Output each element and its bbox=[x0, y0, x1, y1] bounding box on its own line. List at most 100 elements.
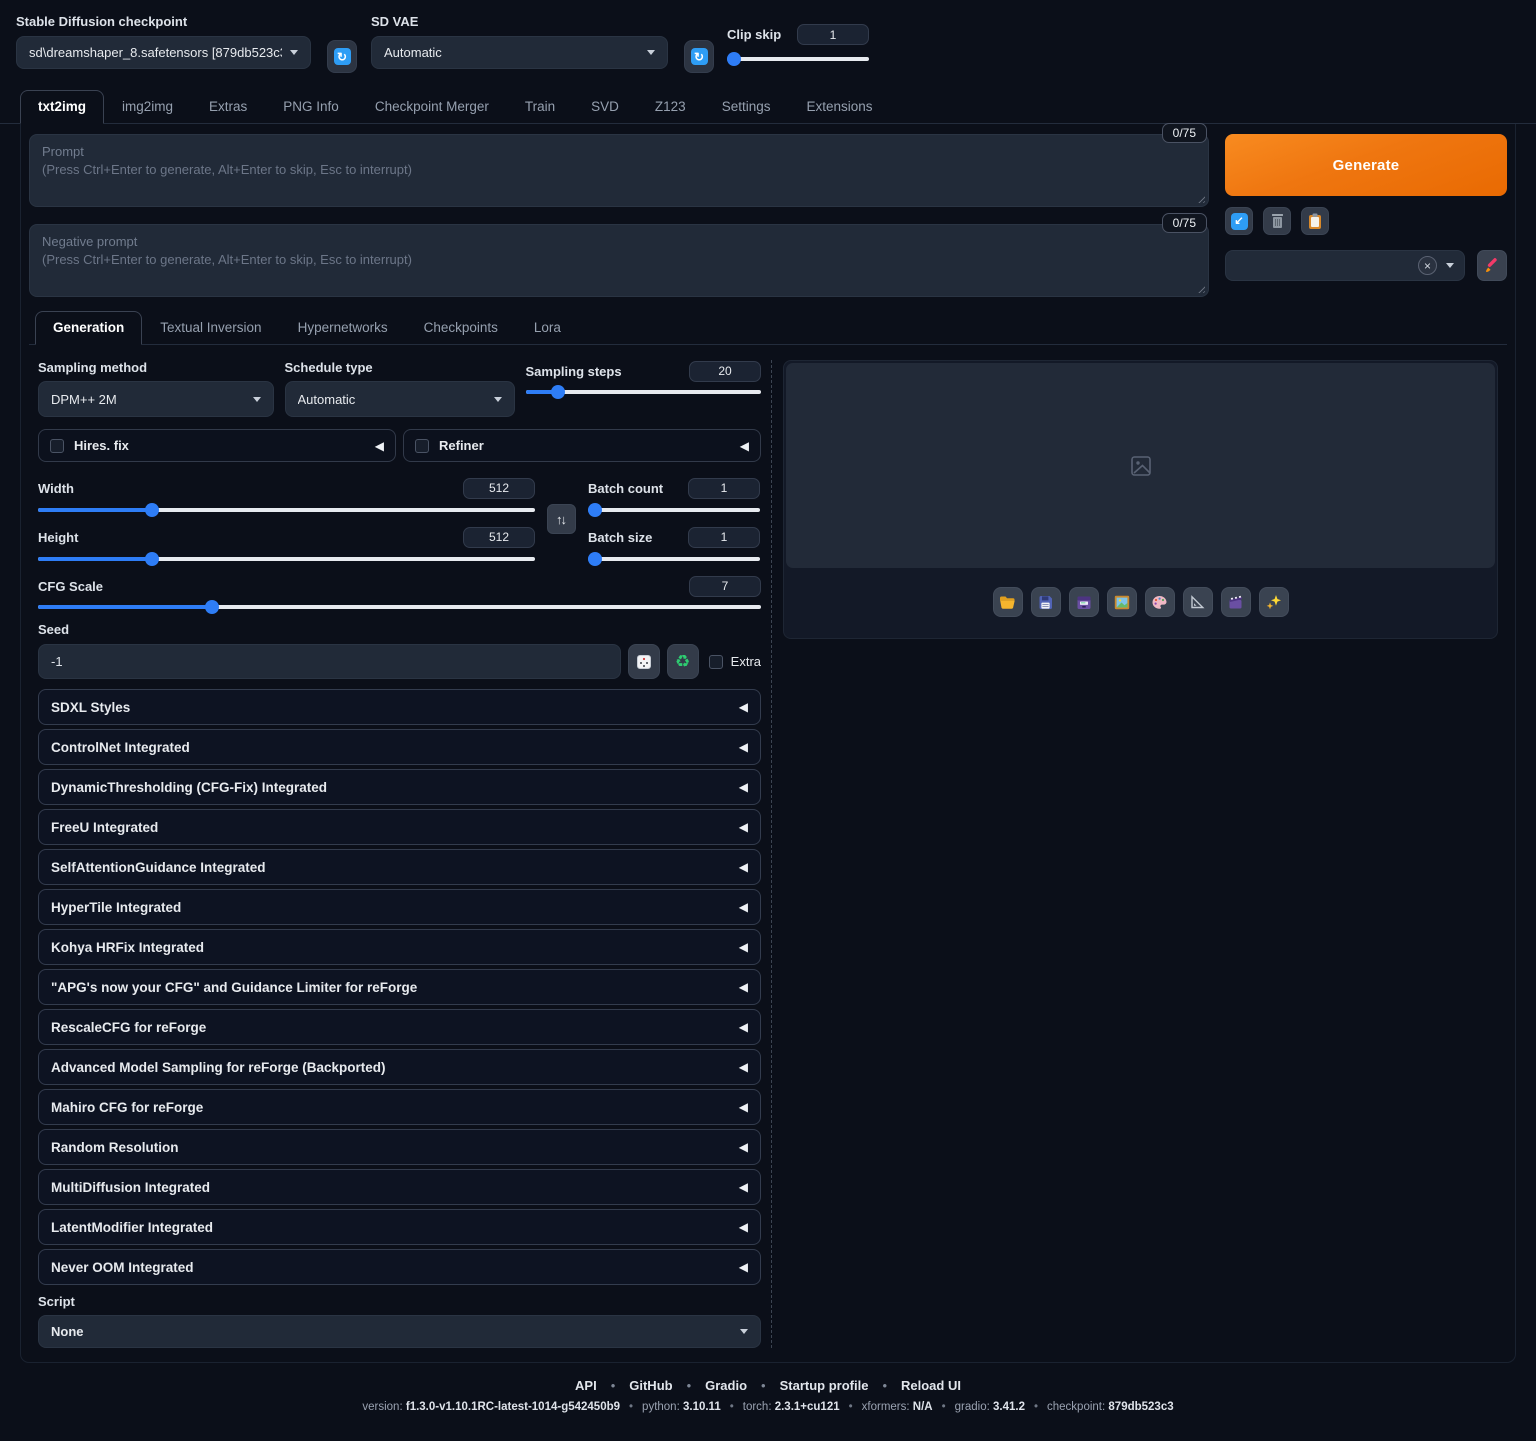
accordion-header[interactable]: Advanced Model Sampling for reForge (Bac… bbox=[38, 1049, 761, 1085]
footer-link[interactable]: API bbox=[575, 1378, 597, 1393]
send-to-svd-button[interactable] bbox=[1221, 587, 1251, 617]
slider-thumb[interactable] bbox=[588, 503, 602, 517]
batch-size-value[interactable]: 1 bbox=[688, 527, 760, 548]
save-zip-button[interactable] bbox=[1069, 587, 1099, 617]
accordion-header[interactable]: ControlNet Integrated bbox=[38, 729, 761, 765]
sub-tab[interactable]: Generation bbox=[35, 311, 142, 345]
accordion-header[interactable]: FreeU Integrated bbox=[38, 809, 761, 845]
slider-thumb[interactable] bbox=[145, 503, 159, 517]
result-preview[interactable] bbox=[786, 363, 1495, 568]
sampling-steps-value[interactable]: 20 bbox=[689, 361, 761, 382]
main-tab[interactable]: img2img bbox=[104, 90, 191, 124]
accordion-header[interactable]: "APG's now your CFG" and Guidance Limite… bbox=[38, 969, 761, 1005]
refiner-toggle[interactable]: Refiner bbox=[403, 429, 761, 462]
height-value[interactable]: 512 bbox=[463, 527, 535, 548]
send-to-extras-button[interactable] bbox=[1183, 587, 1213, 617]
slider-thumb[interactable] bbox=[551, 385, 565, 399]
sub-tab[interactable]: Textual Inversion bbox=[142, 311, 279, 345]
txt2img-panel: 0/75 Prompt (Press Ctrl+Enter to generat… bbox=[20, 124, 1516, 1363]
footer-link[interactable]: GitHub bbox=[597, 1378, 673, 1393]
open-folder-button[interactable] bbox=[993, 587, 1023, 617]
apply-styles-button[interactable] bbox=[1301, 207, 1329, 235]
version-info: version: f1.3.0-v1.10.1RC-latest-1014-g5… bbox=[0, 1401, 1536, 1413]
extra-seed-checkbox[interactable] bbox=[709, 655, 723, 669]
slider-thumb[interactable] bbox=[588, 552, 602, 566]
main-tab[interactable]: Extras bbox=[191, 90, 265, 124]
main-tab[interactable]: Settings bbox=[704, 90, 789, 124]
accordion-header[interactable]: Kohya HRFix Integrated bbox=[38, 929, 761, 965]
seed-input[interactable]: -1 bbox=[38, 644, 621, 679]
batch-count-slider[interactable] bbox=[588, 508, 760, 512]
chevron-down-icon bbox=[1446, 263, 1454, 268]
accordion-header[interactable]: DynamicThresholding (CFG-Fix) Integrated bbox=[38, 769, 761, 805]
clear-x-icon[interactable]: × bbox=[1418, 256, 1437, 275]
clip-skip-slider[interactable] bbox=[727, 57, 869, 61]
accordion-header[interactable]: RescaleCFG for reForge bbox=[38, 1009, 761, 1045]
cfg-scale-value[interactable]: 7 bbox=[689, 576, 761, 597]
sampling-method-value: DPM++ 2M bbox=[51, 392, 245, 407]
sub-tab[interactable]: Checkpoints bbox=[406, 311, 516, 345]
main-tab[interactable]: SVD bbox=[573, 90, 637, 124]
width-slider[interactable] bbox=[38, 508, 535, 512]
main-tab[interactable]: Z123 bbox=[637, 90, 704, 124]
footer-link[interactable]: Startup profile bbox=[747, 1378, 868, 1393]
slider-thumb[interactable] bbox=[205, 600, 219, 614]
width-value[interactable]: 512 bbox=[463, 478, 535, 499]
clear-prompt-button[interactable] bbox=[1263, 207, 1291, 235]
sub-tab[interactable]: Lora bbox=[516, 311, 579, 345]
accordion-header[interactable]: SelfAttentionGuidance Integrated bbox=[38, 849, 761, 885]
clip-skip-value[interactable]: 1 bbox=[797, 24, 869, 45]
swap-dimensions-button[interactable]: ↑↓ bbox=[547, 504, 576, 534]
refresh-checkpoint-button[interactable]: ↻ bbox=[327, 40, 357, 73]
random-seed-button[interactable] bbox=[628, 644, 660, 679]
main-tab[interactable]: Extensions bbox=[788, 90, 890, 124]
accordion-header[interactable]: MultiDiffusion Integrated bbox=[38, 1169, 761, 1205]
resize-grip[interactable] bbox=[1196, 194, 1205, 203]
sampling-steps-slider[interactable] bbox=[526, 390, 762, 394]
height-slider[interactable] bbox=[38, 557, 535, 561]
save-image-button[interactable] bbox=[1031, 587, 1061, 617]
slider-thumb[interactable] bbox=[145, 552, 159, 566]
paste-params-button[interactable]: ↙ bbox=[1225, 207, 1253, 235]
sampling-method-dropdown[interactable]: DPM++ 2M bbox=[38, 381, 274, 417]
upscale-button[interactable] bbox=[1259, 587, 1289, 617]
main-tab[interactable]: Checkpoint Merger bbox=[357, 90, 507, 124]
batch-count-value[interactable]: 1 bbox=[688, 478, 760, 499]
prompt-input[interactable]: Prompt (Press Ctrl+Enter to generate, Al… bbox=[29, 134, 1209, 207]
edit-styles-button[interactable] bbox=[1477, 250, 1507, 281]
script-dropdown[interactable]: None bbox=[38, 1315, 761, 1348]
main-tab[interactable]: txt2img bbox=[20, 90, 104, 124]
clip-skip-label: Clip skip bbox=[727, 27, 781, 42]
accordion-header[interactable]: Mahiro CFG for reForge bbox=[38, 1089, 761, 1125]
resize-grip[interactable] bbox=[1196, 284, 1205, 293]
accordion-header[interactable]: Never OOM Integrated bbox=[38, 1249, 761, 1285]
main-tab[interactable]: PNG Info bbox=[265, 90, 357, 124]
slider-thumb[interactable] bbox=[727, 52, 741, 66]
refiner-checkbox[interactable] bbox=[415, 439, 429, 453]
sub-tab[interactable]: Hypernetworks bbox=[280, 311, 406, 345]
generate-button[interactable]: Generate bbox=[1225, 134, 1507, 196]
trash-icon bbox=[1270, 213, 1285, 229]
hires-fix-toggle[interactable]: Hires. fix bbox=[38, 429, 396, 462]
negative-prompt-input[interactable]: Negative prompt (Press Ctrl+Enter to gen… bbox=[29, 224, 1209, 297]
accordion-header[interactable]: SDXL Styles bbox=[38, 689, 761, 725]
refresh-vae-button[interactable]: ↻ bbox=[684, 40, 714, 73]
vae-dropdown[interactable]: Automatic bbox=[371, 36, 668, 69]
styles-dropdown[interactable]: × bbox=[1225, 250, 1465, 281]
reuse-seed-button[interactable]: ♻ bbox=[667, 644, 699, 679]
main-tab[interactable]: Train bbox=[507, 90, 573, 124]
checkpoint-dropdown[interactable]: sd\dreamshaper_8.safetensors [879db523c3… bbox=[16, 36, 311, 69]
cfg-scale-slider[interactable] bbox=[38, 605, 761, 609]
collapse-arrow-icon bbox=[739, 900, 748, 914]
send-to-img2img-button[interactable] bbox=[1107, 587, 1137, 617]
accordion-header[interactable]: Random Resolution bbox=[38, 1129, 761, 1165]
accordion-header[interactable]: HyperTile Integrated bbox=[38, 889, 761, 925]
footer-link[interactable]: Reload UI bbox=[868, 1378, 961, 1393]
accordion-header[interactable]: LatentModifier Integrated bbox=[38, 1209, 761, 1245]
footer-link[interactable]: Gradio bbox=[673, 1378, 747, 1393]
hires-fix-checkbox[interactable] bbox=[50, 439, 64, 453]
send-to-inpaint-button[interactable] bbox=[1145, 587, 1175, 617]
batch-size-slider[interactable] bbox=[588, 557, 760, 561]
schedule-type-dropdown[interactable]: Automatic bbox=[285, 381, 515, 417]
version-item: gradio: 3.41.2 bbox=[933, 1401, 1025, 1413]
